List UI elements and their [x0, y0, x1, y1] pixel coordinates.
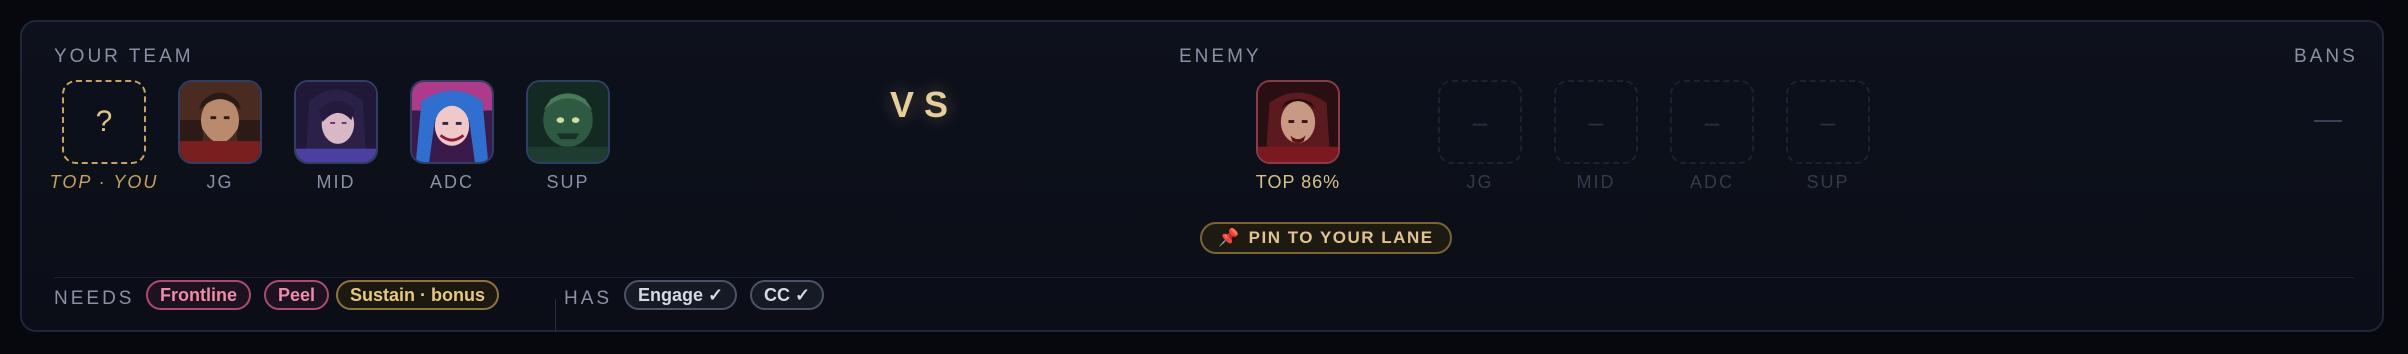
- champion-portrait-red-armored-warrior-icon: [1258, 82, 1338, 162]
- enemy-sup-role: SUP: [1806, 172, 1850, 192]
- ally-sup-role: SUP: [546, 172, 590, 192]
- your-pick-slot[interactable]: ?: [62, 80, 146, 164]
- bans-label: BANS: [2294, 46, 2358, 67]
- needs-label: NEEDS: [54, 288, 135, 309]
- need-chip-frontline: Frontline: [146, 280, 251, 310]
- enemy-sup-empty-slot: –: [1786, 80, 1870, 164]
- champion-portrait-bearded-warrior-icon: [180, 82, 260, 162]
- bans-empty-dash: [2314, 120, 2342, 122]
- draft-panel: YOUR TEAM ? TOP · YOU JG MID ADC SUP VS …: [20, 20, 2384, 332]
- pin-icon: 📌: [1218, 228, 1241, 247]
- ally-mid-portrait[interactable]: [294, 80, 378, 164]
- ally-mid-role: MID: [316, 172, 356, 192]
- ally-adc-role: ADC: [429, 172, 474, 192]
- unknown-pick-glyph: ?: [95, 105, 113, 138]
- champion-portrait-green-creature-icon: [528, 82, 608, 162]
- section-divider: [54, 277, 2354, 278]
- empty-dash: –: [1704, 106, 1720, 137]
- enemy-top-portrait[interactable]: [1256, 80, 1340, 164]
- champion-portrait-dark-hair-mage-icon: [296, 82, 376, 162]
- pin-to-lane-label: PIN TO YOUR LANE: [1248, 228, 1434, 247]
- has-chip-engage: Engage ✓: [624, 280, 738, 310]
- need-chip-peel: Peel: [264, 280, 330, 310]
- pin-to-lane-button[interactable]: 📌 PIN TO YOUR LANE: [1200, 222, 1452, 254]
- enemy-label: ENEMY: [1179, 46, 1262, 67]
- ally-jg-role: JG: [206, 172, 234, 192]
- enemy-adc-empty-slot: –: [1670, 80, 1754, 164]
- has-chip-cc: CC ✓: [750, 280, 825, 310]
- versus-label: VS: [890, 84, 959, 125]
- ally-sup-portrait[interactable]: [526, 80, 610, 164]
- ally-adc-portrait[interactable]: [410, 80, 494, 164]
- enemy-top-role: TOP 86%: [1255, 172, 1341, 192]
- enemy-jg-empty-slot: –: [1438, 80, 1522, 164]
- enemy-mid-role: MID: [1576, 172, 1616, 192]
- champion-portrait-blue-pigtails-gunner-icon: [412, 82, 492, 162]
- enemy-adc-role: ADC: [1689, 172, 1734, 192]
- enemy-mid-empty-slot: –: [1554, 80, 1638, 164]
- need-chip-sustain-bonus: Sustain · bonus: [336, 280, 499, 310]
- empty-dash: –: [1472, 106, 1488, 137]
- empty-dash: –: [1820, 106, 1836, 137]
- your-role-label: TOP · YOU: [49, 172, 159, 192]
- has-label: HAS: [564, 288, 613, 309]
- ally-jg-portrait[interactable]: [178, 80, 262, 164]
- your-team-label: YOUR TEAM: [54, 46, 194, 67]
- needs-has-divider: [555, 299, 556, 331]
- empty-dash: –: [1588, 106, 1604, 137]
- enemy-jg-role: JG: [1466, 172, 1494, 192]
